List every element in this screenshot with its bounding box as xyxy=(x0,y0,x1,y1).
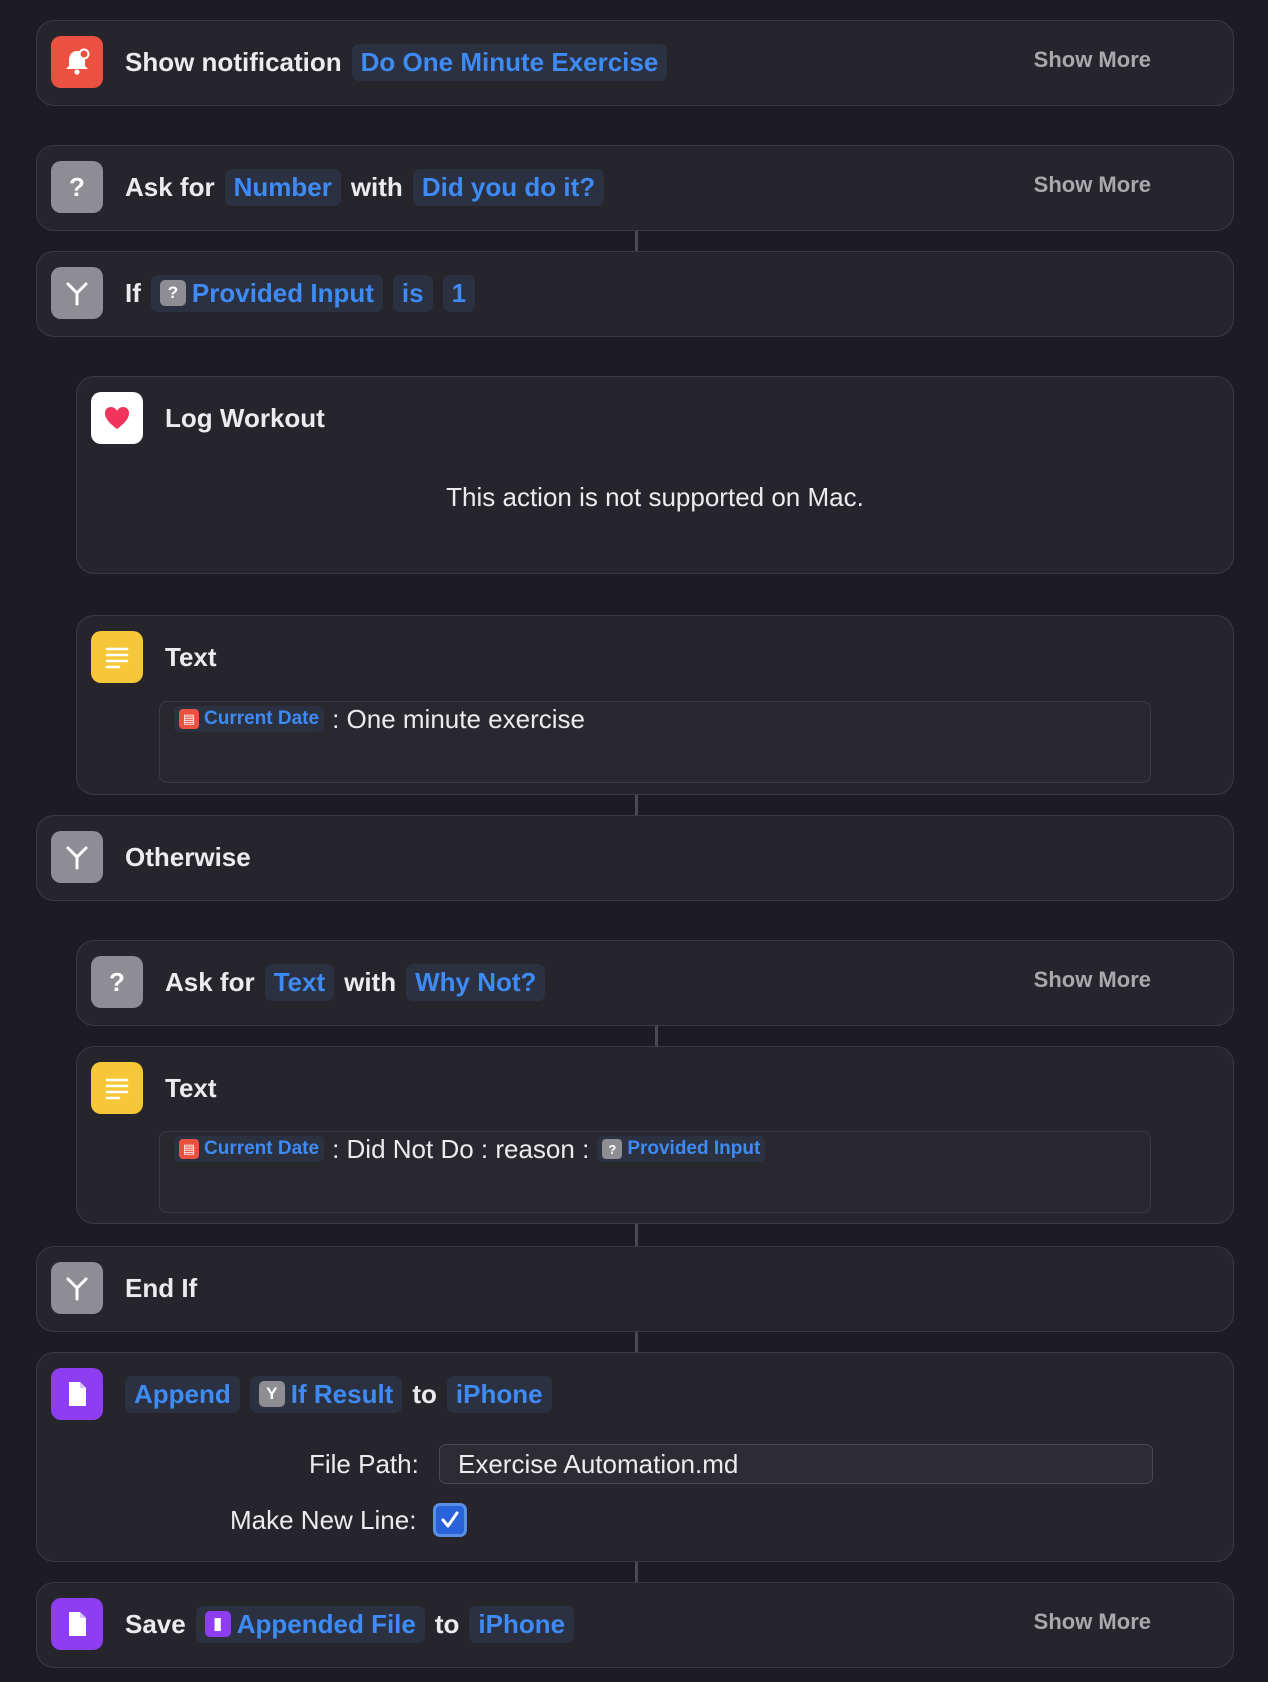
input-type-token[interactable]: Number xyxy=(224,168,341,206)
action-row: Log Workout xyxy=(165,392,325,444)
provided-input-token[interactable]: ? Provided Input xyxy=(150,274,383,312)
action-show-notification[interactable]: Show notification Do One Minute Exercise… xyxy=(36,20,1234,106)
action-row: Append Y If Result to iPhone xyxy=(125,1368,552,1420)
connector xyxy=(635,231,638,251)
append-verb-token[interactable]: Append xyxy=(125,1375,240,1413)
heart-icon xyxy=(91,392,143,444)
connector xyxy=(635,1332,638,1352)
unsupported-message: This action is not supported on Mac. xyxy=(446,482,864,512)
action-if[interactable]: If ? Provided Input is 1 xyxy=(36,251,1234,337)
with-label: with xyxy=(350,171,403,202)
notification-title-token[interactable]: Do One Minute Exercise xyxy=(351,43,668,81)
token-label: Current Date xyxy=(204,1138,320,1159)
action-ask-for-number[interactable]: ? Ask for Number with Did you do it? Sho… xyxy=(36,145,1234,231)
text-line: ▤ Current Date : One minute exercise xyxy=(174,702,585,736)
file-path-input[interactable]: Exercise Automation.md xyxy=(439,1444,1153,1484)
calendar-icon: ▤ xyxy=(179,1139,199,1159)
make-new-line-checkbox[interactable] xyxy=(433,1503,467,1537)
prompt-token[interactable]: Why Not? xyxy=(406,963,546,1001)
file-icon xyxy=(51,1598,103,1650)
svg-text:?: ? xyxy=(69,172,85,202)
connector xyxy=(635,795,638,815)
action-title: Otherwise xyxy=(125,841,251,872)
action-verb: Ask for xyxy=(125,171,215,202)
calendar-icon: ▤ xyxy=(179,709,199,729)
connector xyxy=(655,1026,658,1046)
token-label: Provided Input xyxy=(191,277,374,308)
show-more-button[interactable]: Show More xyxy=(1034,47,1151,73)
action-verb: Save xyxy=(125,1608,186,1639)
action-otherwise[interactable]: Otherwise xyxy=(36,815,1234,901)
action-row: Text xyxy=(165,631,217,683)
text-content: : One minute exercise xyxy=(332,703,585,734)
connector xyxy=(635,1224,638,1246)
action-row: Ask for Text with Why Not? xyxy=(165,956,546,1008)
action-row: Show notification Do One Minute Exercise xyxy=(125,36,668,88)
token-label: If Result xyxy=(290,1378,394,1409)
action-end-if[interactable]: End If xyxy=(36,1246,1234,1332)
action-row: Ask for Number with Did you do it? xyxy=(125,161,605,213)
to-label: to xyxy=(434,1608,460,1639)
with-label: with xyxy=(344,966,397,997)
file-path-label: File Path: xyxy=(309,1449,419,1479)
target-token[interactable]: iPhone xyxy=(446,1375,552,1413)
action-row: Save ▮ Appended File to iPhone xyxy=(125,1598,575,1650)
branch-icon: Y xyxy=(258,1381,285,1407)
action-text[interactable]: Text ▤ Current Date : One minute exercise xyxy=(76,615,1234,795)
notification-bell-icon xyxy=(51,36,103,88)
question-mark-icon: ? xyxy=(602,1139,623,1159)
action-row: Text xyxy=(165,1062,217,1114)
action-row: End If xyxy=(125,1262,197,1314)
action-title: Text xyxy=(165,1072,217,1103)
text-line: ▤ Current Date : Did Not Do : reason : ? P… xyxy=(174,1132,766,1166)
branch-icon xyxy=(51,831,103,883)
svg-text:?: ? xyxy=(109,967,125,997)
text-content: : Did Not Do : reason : xyxy=(332,1133,590,1164)
token-label: Appended File xyxy=(236,1608,416,1639)
action-verb: Ask for xyxy=(165,966,255,997)
action-append[interactable]: Append Y If Result to iPhone File Path: E… xyxy=(36,1352,1234,1562)
action-row: Otherwise xyxy=(125,831,251,883)
to-label: to xyxy=(412,1378,437,1409)
branch-icon xyxy=(51,267,103,319)
action-verb: Show notification xyxy=(125,46,342,77)
action-title: End If xyxy=(125,1272,198,1303)
provided-input-token[interactable]: ? Provided Input xyxy=(597,1136,766,1162)
if-result-token[interactable]: Y If Result xyxy=(249,1375,403,1413)
file-icon xyxy=(51,1368,103,1420)
action-ask-for-text[interactable]: ? Ask for Text with Why Not? Show More xyxy=(76,940,1234,1026)
connector xyxy=(635,1562,638,1582)
question-mark-icon: ? xyxy=(159,280,186,306)
text-lines-icon xyxy=(91,631,143,683)
condition-operator-token[interactable]: is xyxy=(392,274,433,312)
file-icon: ▮ xyxy=(204,1611,231,1637)
text-lines-icon xyxy=(91,1062,143,1114)
action-verb: If xyxy=(125,277,141,308)
action-title: Text xyxy=(165,641,217,672)
input-type-token[interactable]: Text xyxy=(264,963,335,1001)
action-title: Log Workout xyxy=(165,402,325,433)
action-save[interactable]: Save ▮ Appended File to iPhone Show More xyxy=(36,1582,1234,1668)
current-date-token[interactable]: ▤ Current Date xyxy=(174,706,325,732)
make-new-line-label: Make New Line: xyxy=(230,1505,417,1535)
appended-file-token[interactable]: ▮ Appended File xyxy=(195,1605,425,1643)
action-row: If ? Provided Input is 1 xyxy=(125,267,476,319)
token-label: Provided Input xyxy=(627,1138,761,1159)
token-label: Current Date xyxy=(204,708,320,729)
checkmark-icon xyxy=(441,1511,459,1528)
condition-value-token[interactable]: 1 xyxy=(442,274,476,312)
action-text[interactable]: Text ▤ Current Date : Did Not Do : reason… xyxy=(76,1046,1234,1224)
text-content-field[interactable]: ▤ Current Date : One minute exercise xyxy=(159,701,1151,783)
prompt-token[interactable]: Did you do it? xyxy=(412,168,605,206)
branch-icon xyxy=(51,1262,103,1314)
target-token[interactable]: iPhone xyxy=(469,1605,575,1643)
show-more-button[interactable]: Show More xyxy=(1034,172,1151,198)
question-mark-icon: ? xyxy=(51,161,103,213)
show-more-button[interactable]: Show More xyxy=(1034,967,1151,993)
question-mark-icon: ? xyxy=(91,956,143,1008)
show-more-button[interactable]: Show More xyxy=(1034,1609,1151,1635)
current-date-token[interactable]: ▤ Current Date xyxy=(174,1136,325,1162)
action-log-workout[interactable]: Log Workout This action is not supported… xyxy=(76,376,1234,574)
text-content-field[interactable]: ▤ Current Date : Did Not Do : reason : ? P… xyxy=(159,1131,1151,1213)
